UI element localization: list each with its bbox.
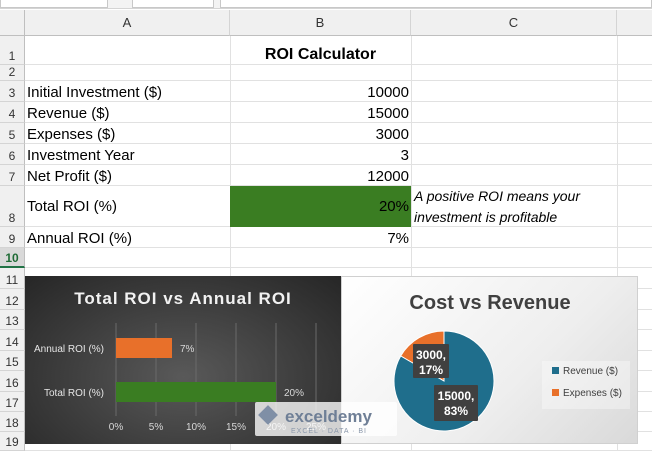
label-cell[interactable]: Investment Year: [25, 144, 230, 165]
row-header-18[interactable]: 18: [0, 412, 25, 432]
select-all-corner[interactable]: [0, 10, 25, 36]
x-tick-label: 15%: [226, 422, 246, 433]
value-cell[interactable]: 12000: [230, 165, 411, 186]
category-label: Annual ROI (%): [34, 344, 104, 355]
label-cell[interactable]: Expenses ($): [25, 123, 230, 144]
value-cell[interactable]: 3000: [230, 123, 411, 144]
data-label-value: 3000,: [416, 348, 446, 362]
row-10-line: [25, 267, 652, 268]
data-label-percent: 17%: [419, 363, 443, 377]
row-header-10[interactable]: 10: [0, 248, 25, 268]
value-cell[interactable]: 7%: [230, 227, 411, 248]
data-label: 20%: [284, 388, 304, 399]
column-header-c[interactable]: C: [411, 10, 617, 36]
row-header-9[interactable]: 9: [0, 227, 25, 248]
label-cell[interactable]: Revenue ($): [25, 102, 230, 123]
label-cell[interactable]: Total ROI (%): [25, 186, 230, 227]
value-cell[interactable]: 10000: [230, 81, 411, 102]
x-tick-label: 0%: [109, 422, 124, 433]
value-cell[interactable]: 20%: [230, 186, 411, 227]
formula-input[interactable]: [220, 0, 652, 8]
row-header-5[interactable]: 5: [0, 123, 25, 144]
bar: [116, 338, 172, 358]
label-cell[interactable]: Annual ROI (%): [25, 227, 230, 248]
name-box[interactable]: [0, 0, 108, 8]
row-header-12[interactable]: 12: [0, 289, 25, 310]
row-header-3[interactable]: 3: [0, 81, 25, 102]
column-header-b[interactable]: B: [230, 10, 411, 36]
row-header-19[interactable]: 19: [0, 432, 25, 451]
legend-swatch: [552, 367, 559, 374]
watermark-brand: exceldemy: [285, 407, 372, 426]
roi-note[interactable]: A positive ROI means your investment is …: [411, 186, 617, 227]
legend-label: Revenue ($): [563, 366, 618, 377]
watermark-logo: exceldemy EXCEL · DATA · BI: [255, 402, 397, 436]
row-header-6[interactable]: 6: [0, 144, 25, 165]
row-header-13[interactable]: 13: [0, 310, 25, 330]
row-header-11[interactable]: 11: [0, 268, 25, 289]
row-header-14[interactable]: 14: [0, 330, 25, 351]
value-cell[interactable]: 3: [230, 144, 411, 165]
bar: [116, 382, 276, 402]
data-label: 7%: [180, 344, 195, 355]
row-header-16[interactable]: 16: [0, 371, 25, 392]
category-label: Total ROI (%): [44, 388, 104, 399]
legend-label: Expenses ($): [563, 388, 622, 399]
sheet-title[interactable]: ROI Calculator: [230, 36, 411, 65]
column-header-d[interactable]: [617, 10, 652, 36]
data-label-value: 15000,: [438, 389, 475, 403]
data-label-percent: 83%: [444, 404, 468, 418]
x-tick-label: 10%: [186, 422, 206, 433]
row-header-4[interactable]: 4: [0, 102, 25, 123]
bar-chart-title: Total ROI vs Annual ROI: [74, 289, 292, 308]
watermark-tagline: EXCEL · DATA · BI: [291, 428, 367, 435]
watermark-icon: [258, 405, 278, 425]
pie-chart-title: Cost vs Revenue: [409, 292, 570, 314]
formula-buttons[interactable]: [132, 0, 214, 8]
value-cell[interactable]: 15000: [230, 102, 411, 123]
row-header-1[interactable]: 1: [0, 36, 25, 65]
x-tick-label: 5%: [149, 422, 164, 433]
label-cell[interactable]: Net Profit ($): [25, 165, 230, 186]
row-header-17[interactable]: 17: [0, 392, 25, 412]
row-header-7[interactable]: 7: [0, 165, 25, 186]
watermark-svg: exceldemy EXCEL · DATA · BI: [258, 405, 372, 435]
legend-swatch: [552, 389, 559, 396]
row-header-15[interactable]: 15: [0, 351, 25, 371]
label-cell[interactable]: Initial Investment ($): [25, 81, 230, 102]
column-header-a[interactable]: A: [25, 10, 230, 36]
row-header-8[interactable]: 8: [0, 186, 25, 227]
row-header-2[interactable]: 2: [0, 65, 25, 81]
